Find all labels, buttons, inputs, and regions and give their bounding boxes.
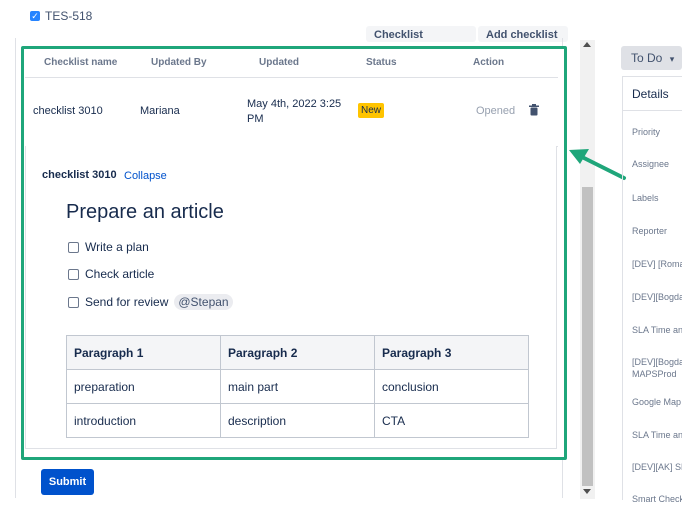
scrollbar-thumb[interactable] xyxy=(582,187,593,486)
field-label: [DEV][Bogda xyxy=(632,357,682,367)
table-cell: description xyxy=(220,403,375,438)
user-mention[interactable]: @Stepan xyxy=(174,294,233,310)
table-header-cell: Paragraph 2 xyxy=(220,335,375,370)
arrow-annotation-icon xyxy=(569,149,626,180)
table-cell: conclusion xyxy=(374,369,529,404)
checklist-item-label: Check article xyxy=(85,267,155,281)
field-label: SLA Time an xyxy=(632,325,682,335)
trash-icon[interactable] xyxy=(529,104,539,116)
table-cell: preparation xyxy=(66,369,221,404)
field-label: Smart Check xyxy=(632,494,682,504)
checklist-item[interactable]: Check article xyxy=(68,267,154,281)
scroll-up-icon[interactable] xyxy=(583,42,591,47)
field-label: Assignee xyxy=(632,159,670,169)
row-updated: May 4th, 2022 3:25 PM xyxy=(247,97,341,127)
collapse-link[interactable]: Collapse xyxy=(124,170,167,182)
checkbox[interactable] xyxy=(68,296,79,308)
table-cell: CTA xyxy=(374,403,529,438)
details-title[interactable]: Details xyxy=(632,87,669,101)
header-status: Status xyxy=(366,57,397,68)
expanded-checklist-name: checklist 3010 xyxy=(42,169,117,181)
field-label: Priority xyxy=(632,127,661,137)
header-updated: Updated xyxy=(259,57,299,68)
checklist-item-label: Send for review xyxy=(85,295,169,309)
details-divider xyxy=(622,110,682,111)
checklist-title: Prepare an article xyxy=(66,201,224,223)
row-updated-line1: May 4th, 2022 3:25 xyxy=(247,98,342,110)
status-dropdown-label: To Do xyxy=(631,51,663,65)
paragraph-table: Paragraph 1 Paragraph 2 Paragraph 3 prep… xyxy=(66,335,529,438)
header-action: Action xyxy=(473,57,505,68)
field-label: SLA Time an xyxy=(632,430,682,440)
field-label: Reporter xyxy=(632,226,668,236)
checkbox[interactable] xyxy=(68,241,79,253)
field-label: [DEV][Bogda xyxy=(632,292,682,302)
header-updated-by: Updated By xyxy=(151,57,207,68)
checkbox[interactable] xyxy=(68,268,79,280)
field-label: [DEV] [Roma xyxy=(632,259,682,269)
checklist-item-label: Write a plan xyxy=(85,240,149,254)
field-label: Labels xyxy=(632,193,659,203)
chevron-down-icon: ▾ xyxy=(669,54,675,64)
checklist-item[interactable]: Write a plan xyxy=(68,240,149,254)
scroll-down-icon[interactable] xyxy=(583,489,591,494)
row-updated-by: Mariana xyxy=(140,105,180,117)
header-divider xyxy=(25,77,558,78)
header-checklist-name: Checklist name xyxy=(44,57,118,68)
table-header-row: Paragraph 1 Paragraph 2 Paragraph 3 xyxy=(66,335,529,370)
checkbox-checked-icon: ✓ xyxy=(30,11,40,21)
field-label: Google Map xyxy=(632,397,682,407)
field-label: [DEV][AK] SL xyxy=(632,462,682,472)
table-header-cell: Paragraph 1 xyxy=(66,335,221,370)
status-dropdown[interactable]: To Do ▾ xyxy=(621,46,682,70)
table-cell: introduction xyxy=(66,403,221,438)
checklist-item[interactable]: Send for review @Stepan xyxy=(68,294,233,310)
field-label: MAPSProd xyxy=(632,369,677,379)
table-cell: main part xyxy=(220,369,375,404)
issue-key[interactable]: ✓ TES-518 xyxy=(30,9,92,23)
row-updated-line2: PM xyxy=(247,113,264,125)
table-row: introduction description CTA xyxy=(66,403,529,438)
issue-key-label: TES-518 xyxy=(45,9,93,23)
status-badge: New xyxy=(358,103,385,118)
opened-action[interactable]: Opened xyxy=(476,105,515,117)
table-header-cell: Paragraph 3 xyxy=(374,335,529,370)
submit-button[interactable]: Submit xyxy=(41,469,94,495)
row-checklist-name[interactable]: checklist 3010 xyxy=(33,105,103,117)
table-row: preparation main part conclusion xyxy=(66,369,529,404)
